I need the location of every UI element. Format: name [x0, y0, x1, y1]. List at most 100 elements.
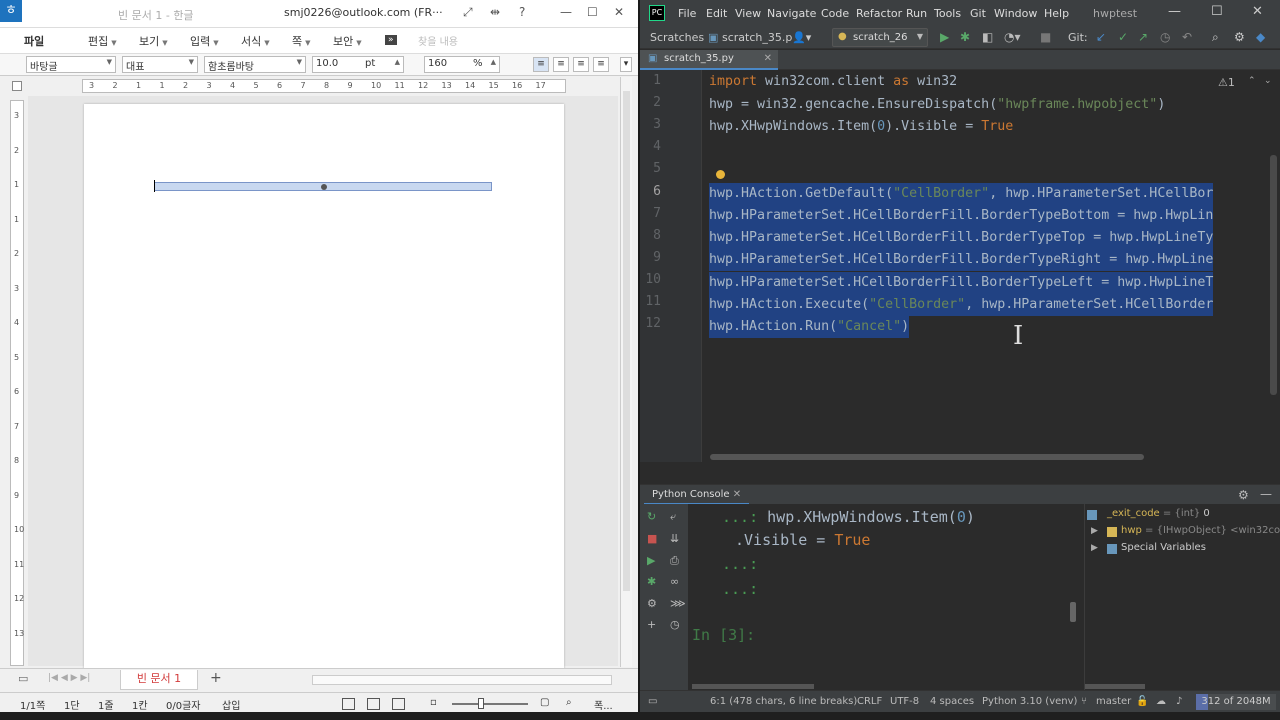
minimize-icon[interactable]: — — [1168, 4, 1181, 19]
status-interpreter[interactable]: Python 3.10 (venv) — [982, 696, 1077, 707]
menu-security[interactable]: 보안 ▼ — [333, 33, 362, 49]
ruler-corner-icon[interactable] — [12, 81, 22, 91]
close-icon[interactable]: ✕ — [614, 5, 624, 19]
menu-refactor[interactable]: Refactor — [856, 7, 902, 20]
execute-icon[interactable]: ▶ — [647, 554, 655, 567]
help-icon[interactable]: ? — [519, 5, 525, 19]
add-tab-button[interactable]: + — [210, 670, 222, 686]
maximize-icon[interactable]: ☐ — [587, 5, 598, 19]
menu-help[interactable]: Help — [1044, 7, 1069, 20]
git-update-icon[interactable]: ↙ — [1096, 30, 1106, 44]
scroll-thumb[interactable] — [623, 91, 630, 591]
fullscreen-icon[interactable]: ⤢ — [463, 5, 473, 20]
menu-format[interactable]: 서식 ▼ — [241, 33, 270, 49]
status-git-branch[interactable]: master — [1096, 696, 1131, 707]
status-encoding[interactable]: UTF-8 — [890, 696, 919, 707]
git-push-icon[interactable]: ↗ — [1138, 30, 1148, 44]
align-justify-button[interactable]: ≡ — [533, 57, 549, 72]
document-vscrollbar[interactable] — [620, 77, 632, 667]
menu-page[interactable]: 쪽 ▼ — [292, 33, 311, 49]
menu-git[interactable]: Git — [970, 7, 986, 20]
menu-edit[interactable]: Edit — [706, 7, 727, 20]
close-tab-icon[interactable]: ✕ — [764, 53, 772, 64]
stop-icon[interactable]: ■ — [1040, 30, 1051, 44]
menu-run[interactable]: Run — [906, 7, 927, 20]
tab-scratch-35[interactable]: ▣ scratch_35.py ✕ — [640, 50, 778, 70]
console-scrollbar[interactable] — [1070, 602, 1076, 622]
scroll-end-icon[interactable]: ⇊ — [670, 532, 679, 545]
menu-tools[interactable]: Tools — [934, 7, 961, 20]
variable-row[interactable]: hwp = {IHwpObject} <win32com — [1121, 525, 1280, 536]
menu-file[interactable]: File — [678, 7, 696, 20]
zoom-slider[interactable] — [452, 703, 528, 705]
zoom-search-icon[interactable]: ⌕ — [566, 697, 572, 708]
maximize-icon[interactable]: ☐ — [1211, 4, 1223, 19]
expand-arrow-icon[interactable]: ▶ — [1091, 543, 1098, 553]
hwp-account-label[interactable]: smj0226@outlook.com (FR··· — [284, 6, 443, 19]
status-caret-position[interactable]: 6:1 (478 chars, 6 line breaks) — [710, 696, 857, 707]
console-hscrollbar[interactable] — [692, 684, 814, 689]
breadcrumb-scratches[interactable]: Scratches — [650, 31, 704, 44]
find-input[interactable]: 찾을 내용 — [418, 33, 458, 48]
align-left-button[interactable]: ≡ — [553, 57, 569, 72]
variable-row[interactable]: Special Variables — [1121, 542, 1206, 553]
style-select[interactable]: 바탕글 ▼ — [26, 56, 116, 73]
document-page[interactable] — [84, 104, 564, 669]
memory-indicator[interactable]: 312 of 2048M — [1196, 694, 1276, 710]
run-icon[interactable]: ▶ — [940, 30, 949, 44]
menu-window[interactable]: Window — [994, 7, 1037, 20]
variable-row[interactable]: _exit_code = {int} 0 — [1107, 508, 1210, 519]
pycharm-logo-icon[interactable]: PC — [649, 5, 665, 21]
font-size-stepper[interactable]: 10.0 pt ▲ — [312, 56, 404, 73]
font-select[interactable]: 함초롬바탕 ▼ — [204, 56, 306, 73]
zoom-in-icon[interactable]: ▢ — [540, 697, 549, 708]
vertical-ruler[interactable]: 3 2 1 1 2 3 4 5 6 7 8 9 10 11 12 13 — [10, 100, 24, 666]
menu-code[interactable]: Code — [821, 7, 849, 20]
coverage-icon[interactable]: ◧ — [982, 30, 993, 44]
nav-up-icon[interactable]: ⌃ — [1248, 76, 1256, 86]
search-icon[interactable]: ⌕ — [1212, 30, 1219, 45]
debug-icon[interactable]: ✱ — [960, 30, 970, 44]
history-icon[interactable]: ◷ — [1160, 30, 1170, 44]
user-icon[interactable]: 👤▾ — [792, 31, 811, 44]
tab-list-icon[interactable]: ▭ — [18, 672, 28, 685]
menu-file[interactable]: 파일 — [24, 33, 44, 49]
menu-insert[interactable]: 입력 ▼ — [190, 33, 219, 49]
tab-python-console[interactable]: Python Console ✕ — [644, 485, 750, 505]
plugin-icon[interactable]: ◆ — [1256, 30, 1265, 44]
variables-hscrollbar[interactable] — [1085, 684, 1145, 689]
profile-icon[interactable]: ◔▾ — [1004, 30, 1021, 44]
status-line-separator[interactable]: CRLF — [857, 696, 882, 707]
close-tab-icon[interactable]: ✕ — [733, 489, 741, 500]
code-editor[interactable]: 1 2 3 4 5 6 7 8 9 10 11 12 import win32c… — [640, 70, 1280, 462]
view-page-icon[interactable] — [392, 698, 405, 710]
console-input-prompt[interactable]: In [3]: — [692, 626, 755, 644]
nav-down-icon[interactable]: ⌄ — [1264, 76, 1272, 86]
tab-nav-icons[interactable]: |◀ ◀ ▶ ▶| — [48, 673, 90, 683]
zoom-stepper[interactable]: 160% ▲ — [424, 56, 500, 73]
document-hscrollbar[interactable] — [312, 675, 612, 685]
menu-navigate[interactable]: Navigate — [767, 7, 816, 20]
run-config-select[interactable]: ● scratch_26 ▼ — [832, 28, 928, 47]
hwp-logo-icon[interactable]: ㅎ — [0, 0, 22, 22]
line-gutter[interactable]: 1 2 3 4 5 6 7 8 9 10 11 12 — [640, 70, 702, 462]
editor-hscrollbar[interactable] — [710, 454, 1144, 460]
gear-icon[interactable]: ⚙ — [647, 597, 657, 610]
print-icon[interactable]: ⎙ — [670, 554, 679, 568]
tab-document[interactable]: 빈 문서 1 — [120, 670, 198, 690]
lock-icon[interactable]: 🔓 — [1136, 696, 1148, 707]
menu-view[interactable]: View — [735, 7, 761, 20]
zoom-slider-knob[interactable] — [478, 698, 484, 709]
breadcrumb-file[interactable]: scratch_35.p — [722, 31, 792, 44]
bell-icon[interactable]: ♪ — [1176, 696, 1182, 707]
git-commit-icon[interactable]: ✓ — [1118, 30, 1128, 44]
intention-bulb-icon[interactable] — [716, 170, 725, 179]
align-right-button[interactable]: ≡ — [593, 57, 609, 72]
command-queue-icon[interactable]: ⋙ — [670, 597, 686, 610]
new-console-icon[interactable]: + — [647, 618, 656, 631]
gear-icon[interactable]: ⚙ — [1234, 30, 1245, 44]
align-center-button[interactable]: ≡ — [573, 57, 589, 72]
warning-indicator[interactable]: ⚠1 — [1218, 76, 1235, 89]
table-move-handle[interactable] — [321, 184, 327, 190]
expand-arrow-icon[interactable]: ▶ — [1091, 526, 1098, 536]
